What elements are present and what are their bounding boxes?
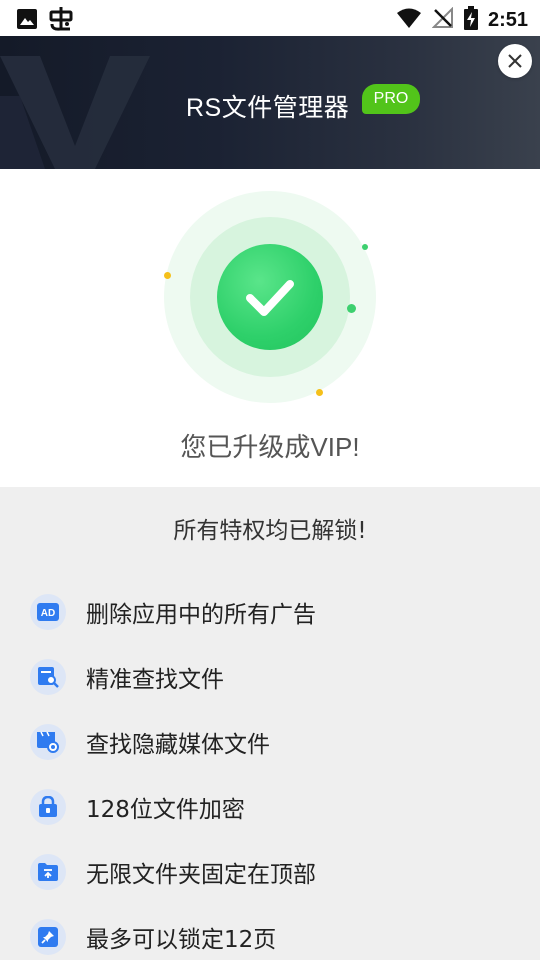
- wifi-icon: [396, 7, 422, 33]
- feature-label: 精准查找文件: [86, 667, 224, 693]
- privileges-heading: 所有特权均已解锁!: [173, 518, 367, 544]
- list-item: 查找隐藏媒体文件: [30, 722, 270, 762]
- list-item: 无限文件夹固定在顶部: [30, 852, 316, 892]
- list-item: 128位文件加密: [30, 787, 245, 827]
- success-message: 您已升级成VIP!: [180, 432, 360, 462]
- checkmark-icon: [246, 280, 294, 316]
- feature-label: 128位文件加密: [86, 797, 245, 823]
- image-icon: [16, 8, 38, 34]
- list-item: 精准查找文件: [30, 657, 224, 697]
- no-signal-icon: [431, 6, 454, 33]
- file-search-icon: [30, 659, 66, 695]
- bug-icon: [48, 6, 74, 36]
- decor-dot: [316, 389, 323, 396]
- close-button[interactable]: [498, 44, 532, 78]
- close-icon: [508, 54, 522, 68]
- decor-dot: [362, 244, 368, 250]
- folder-pin-icon: [30, 854, 66, 890]
- feature-label: 无限文件夹固定在顶部: [86, 862, 316, 888]
- battery-charging-icon: [463, 6, 478, 34]
- header-banner: RS文件管理器 PRO: [0, 36, 540, 169]
- feature-label: 删除应用中的所有广告: [86, 602, 316, 628]
- decor-dot: [347, 304, 356, 313]
- ad-block-icon: AD: [30, 594, 66, 630]
- feature-label: 查找隐藏媒体文件: [86, 732, 270, 758]
- pin-icon: [30, 919, 66, 955]
- svg-text:AD: AD: [41, 608, 55, 619]
- privileges-section: 所有特权均已解锁! AD 删除应用中的所有广告 精准查找文件 查找隐藏媒体文件 …: [0, 487, 540, 960]
- list-item: 最多可以锁定12页: [30, 917, 276, 957]
- success-badge: [217, 244, 323, 350]
- decor-dot: [164, 272, 171, 279]
- status-bar: 2:51: [0, 0, 540, 36]
- status-time: 2:51: [487, 9, 528, 31]
- success-section: 您已升级成VIP!: [0, 169, 540, 487]
- lock-icon: [30, 789, 66, 825]
- feature-label: 最多可以锁定12页: [86, 927, 277, 953]
- pro-badge: PRO: [362, 84, 420, 114]
- hidden-media-icon: [30, 724, 66, 760]
- app-title: RS文件管理器: [186, 94, 350, 122]
- list-item: AD 删除应用中的所有广告: [30, 592, 316, 632]
